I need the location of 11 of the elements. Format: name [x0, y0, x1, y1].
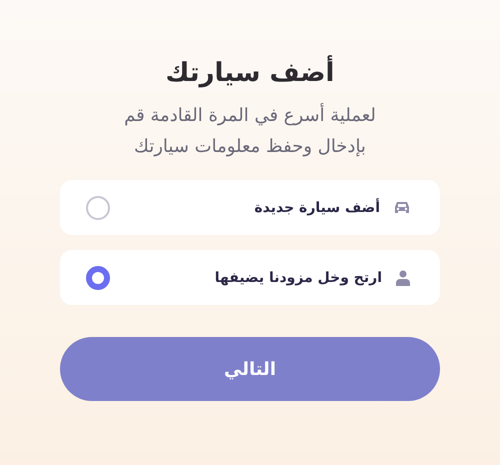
option-label: ارتح وخل مزودنا يضيفها — [214, 270, 382, 286]
next-button[interactable]: التالي — [60, 337, 440, 401]
option-card[interactable]: ارتح وخل مزودنا يضيفها — [60, 250, 440, 305]
person-icon — [396, 270, 410, 286]
radio-button[interactable] — [86, 266, 110, 290]
option-label: أضف سيارة جديدة — [253, 200, 380, 216]
car-icon — [394, 200, 410, 214]
radio-button[interactable] — [86, 196, 110, 220]
subtitle-text: لعملية أسرع في المرة القادمة قم بإدخال وحفظ معلومات سيارتك — [123, 102, 377, 159]
option-card[interactable]: أضف سيارة جديدة — [60, 180, 440, 235]
page-title: أضف سيارتك — [166, 56, 334, 90]
